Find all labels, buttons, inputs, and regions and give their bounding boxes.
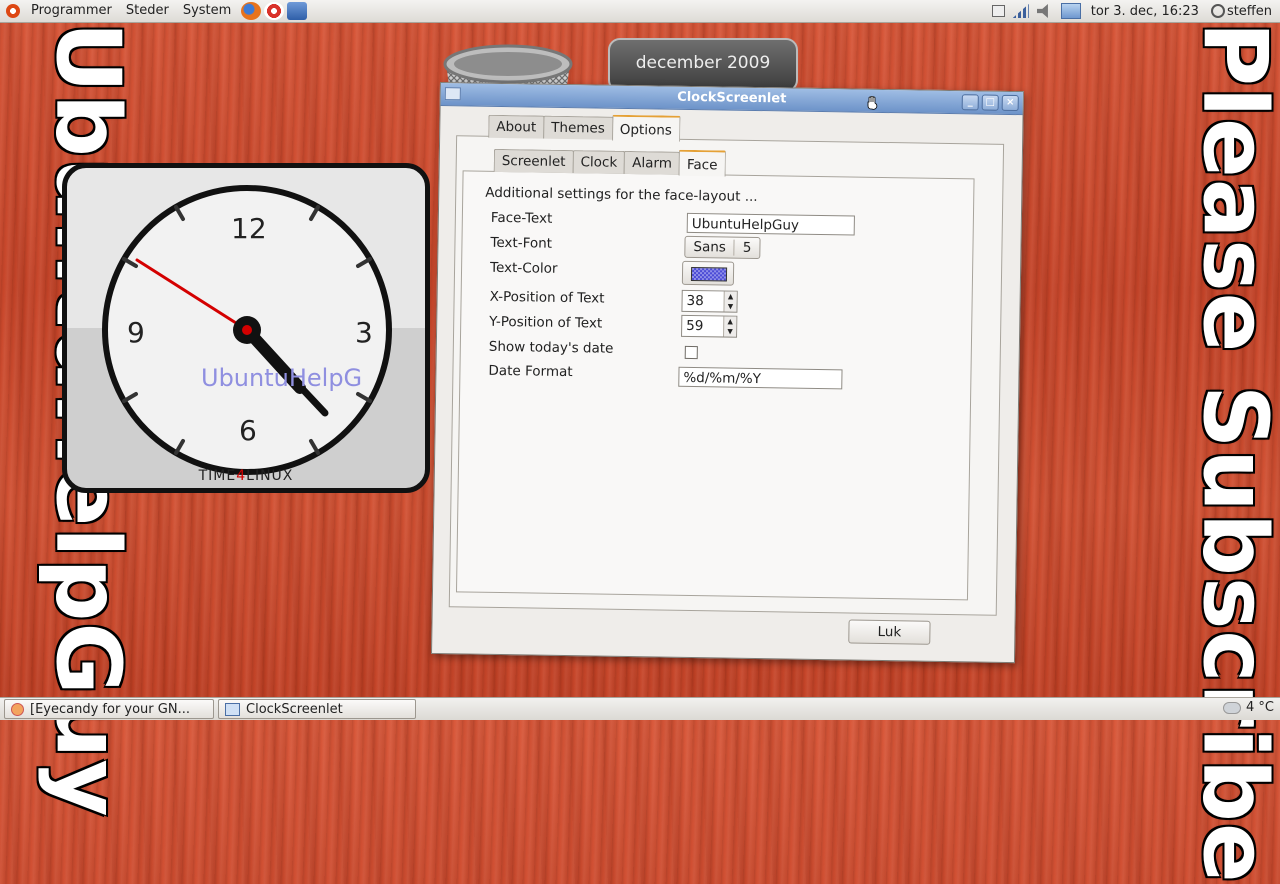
power-icon[interactable] — [1211, 4, 1225, 18]
window-menu-icon[interactable] — [445, 87, 461, 100]
maximize-icon[interactable]: □ — [982, 95, 999, 111]
hand-cursor-icon — [866, 96, 878, 110]
menu-system[interactable]: System — [176, 0, 238, 22]
bottom-panel: [Eyecandy for your GN... ClockScreenlet … — [0, 697, 1280, 720]
text-color-swatch — [691, 267, 727, 282]
show-date-label: Show today's date — [489, 339, 614, 357]
clockscreenlet-dialog: ClockScreenlet _ □ × About Themes Option… — [431, 82, 1024, 663]
menu-places[interactable]: Steder — [119, 0, 176, 22]
font-name: Sans — [685, 239, 734, 256]
weather-applet[interactable]: 4 °C — [1223, 700, 1274, 715]
notification-icon[interactable] — [1061, 3, 1081, 19]
task-eyecandy-label: [Eyecandy for your GN... — [30, 702, 190, 717]
x-position-label: X-Position of Text — [490, 289, 605, 307]
date-format-input[interactable]: %d/%m/%Y — [678, 367, 842, 390]
ubuntu-logo-icon[interactable] — [6, 4, 20, 18]
task-eyecandy[interactable]: [Eyecandy for your GN... — [4, 699, 214, 719]
clock-brand-four: 4 — [236, 468, 246, 484]
dialog-titlebar[interactable]: ClockScreenlet _ □ × — [441, 83, 1023, 115]
font-size: 5 — [735, 240, 760, 256]
subtab-face[interactable]: Face — [679, 150, 726, 177]
date-format-label: Date Format — [488, 363, 572, 380]
menu-applications[interactable]: Programmer — [24, 0, 119, 22]
task-clockscreenlet-label: ClockScreenlet — [246, 702, 343, 717]
window-task-icon — [225, 703, 240, 716]
clock-numeral-9: 9 — [127, 316, 145, 349]
clock-numeral-6: 6 — [239, 414, 257, 447]
x-position-value: 38 — [686, 293, 703, 309]
main-tabs: About Themes Options — [488, 112, 679, 141]
subtab-clock[interactable]: Clock — [572, 150, 625, 174]
text-color-button[interactable] — [682, 261, 734, 286]
text-font-label: Text-Font — [490, 235, 552, 252]
dialog-title: ClockScreenlet — [677, 90, 786, 107]
subtab-alarm[interactable]: Alarm — [624, 151, 680, 175]
tab-options[interactable]: Options — [612, 115, 680, 142]
minimize-icon[interactable]: _ — [962, 94, 979, 110]
user-name[interactable]: steffen — [1227, 4, 1280, 19]
x-position-arrows-icon[interactable]: ▲▼ — [723, 291, 736, 311]
clock-numeral-3: 3 — [355, 316, 373, 349]
x-position-spinner[interactable]: 38 ▲▼ — [681, 290, 737, 313]
clock-face-text: UbuntuHelpG — [201, 364, 362, 392]
temperature-text: 4 °C — [1246, 700, 1274, 715]
help-icon[interactable] — [264, 2, 284, 20]
calendar-widget[interactable]: december 2009 — [608, 38, 798, 92]
firefox-icon[interactable] — [241, 2, 261, 20]
show-date-checkbox[interactable] — [685, 346, 698, 359]
tab-themes[interactable]: Themes — [543, 116, 613, 140]
clock-brand-time: TIME — [199, 468, 237, 484]
clock-brand-logo: TIME4LINUX — [67, 468, 425, 484]
panel-clock[interactable]: tor 3. dec, 16:23 — [1085, 4, 1207, 19]
email-icon[interactable] — [287, 2, 307, 20]
option-subtabs: Screenlet Clock Alarm Face — [494, 146, 725, 176]
clock-brand-linux: LINUX — [246, 468, 293, 484]
task-clockscreenlet[interactable]: ClockScreenlet — [218, 699, 416, 719]
y-position-spinner[interactable]: 59 ▲▼ — [681, 315, 737, 338]
volume-icon[interactable] — [1037, 4, 1053, 18]
text-color-label: Text-Color — [490, 260, 558, 277]
y-position-label: Y-Position of Text — [489, 314, 602, 332]
y-position-value: 59 — [686, 318, 703, 334]
window-list-icon[interactable] — [992, 5, 1005, 17]
network-signal-icon[interactable] — [1013, 4, 1029, 18]
close-icon[interactable]: × — [1002, 95, 1019, 111]
clock-screenlet[interactable]: 12 3 6 9 UbuntuHelpG TIME4LINUX — [62, 163, 430, 493]
top-panel: Programmer Steder System tor 3. dec, 16:… — [0, 0, 1280, 23]
font-chooser-button[interactable]: Sans 5 — [684, 236, 760, 259]
firefox-task-icon — [11, 703, 24, 716]
cloud-icon — [1223, 702, 1241, 714]
face-text-input[interactable]: UbuntuHelpGuy — [687, 213, 855, 236]
face-text-label: Face-Text — [491, 210, 553, 227]
close-button[interactable]: Luk — [848, 619, 930, 644]
clock-numeral-12: 12 — [231, 212, 267, 245]
y-position-arrows-icon[interactable]: ▲▼ — [723, 316, 736, 336]
tab-about[interactable]: About — [488, 115, 544, 139]
overlay-subscribe-text: Please Subscribe — [1184, 22, 1280, 722]
subtab-screenlet[interactable]: Screenlet — [494, 149, 574, 173]
